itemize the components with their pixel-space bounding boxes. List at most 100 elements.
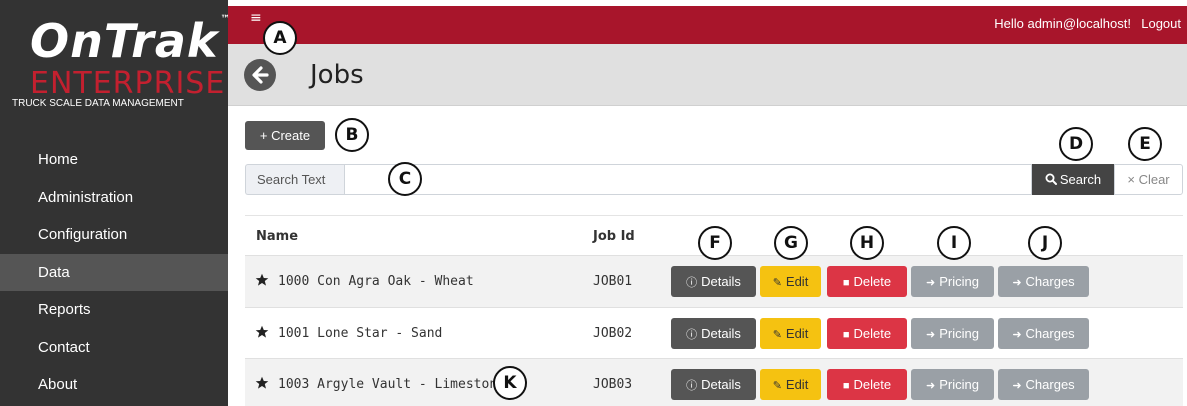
- details-label: Details: [701, 377, 741, 392]
- callout-k: K: [493, 366, 527, 400]
- details-label: Details: [701, 325, 741, 341]
- info-icon: ⓘ: [686, 380, 698, 392]
- arrow-right-circle-icon: ➜: [1012, 380, 1022, 392]
- search-icon: [1045, 173, 1057, 185]
- callout-h: H: [850, 226, 884, 260]
- pricing-button[interactable]: ➜ Pricing: [911, 369, 994, 400]
- sidebar: OnTrak ™ ENTERPRISE TRUCK SCALE DATA MANA…: [0, 0, 231, 406]
- edit-button[interactable]: ✎ Edit: [760, 317, 821, 349]
- clear-button[interactable]: × Clear: [1114, 164, 1183, 195]
- title-band: Jobs: [228, 44, 1187, 106]
- job-id: JOB01: [593, 274, 633, 289]
- job-name: 1003 Argyle Vault - Limestone: [278, 377, 505, 392]
- delete-button[interactable]: ■ Delete: [827, 369, 907, 400]
- table-row: 1001 Lone Star - Sand JOB02 ⓘ Details ✎ Ed…: [245, 306, 1183, 358]
- info-icon: ⓘ: [686, 277, 698, 289]
- hamburger-icon[interactable]: ≡: [250, 10, 262, 26]
- callout-b: B: [335, 118, 369, 152]
- delete-button[interactable]: ■ Delete: [827, 266, 907, 297]
- sidebar-item-configuration[interactable]: Configuration: [0, 216, 228, 254]
- user-greeting: Hello admin@localhost!: [994, 16, 1131, 31]
- arrow-right-circle-icon: ➜: [1012, 277, 1022, 289]
- sidebar-item-data[interactable]: Data: [0, 253, 228, 291]
- details-button[interactable]: ⓘ Details: [671, 317, 756, 349]
- arrow-right-circle-icon: ➜: [926, 277, 936, 289]
- sidebar-item-administration[interactable]: Administration: [0, 179, 228, 217]
- search-button-label: Search: [1059, 172, 1102, 187]
- charges-label: Charges: [1025, 377, 1075, 392]
- job-name: 1000 Con Agra Oak - Wheat: [278, 274, 474, 289]
- edit-button[interactable]: ✎ Edit: [760, 266, 821, 297]
- sidebar-item-home[interactable]: Home: [0, 141, 228, 179]
- star-icon[interactable]: [255, 376, 269, 390]
- charges-button[interactable]: ➜ Charges: [998, 369, 1089, 400]
- search-bar: Search Text Search × Clear: [245, 164, 1183, 195]
- details-button[interactable]: ⓘ Details: [671, 266, 756, 297]
- trash-icon: ■: [842, 380, 850, 392]
- delete-button[interactable]: ■ Delete: [827, 317, 907, 349]
- edit-button[interactable]: ✎ Edit: [760, 369, 821, 400]
- sidebar-nav: Home Administration Configuration Data R…: [0, 141, 228, 404]
- logout-link[interactable]: Logout: [1141, 16, 1181, 31]
- edit-icon: ✎: [772, 328, 782, 341]
- callout-d: D: [1059, 127, 1093, 161]
- callout-c: C: [388, 162, 422, 196]
- pricing-button[interactable]: ➜ Pricing: [911, 317, 994, 349]
- search-input[interactable]: [344, 164, 1032, 195]
- callout-j: J: [1028, 226, 1062, 260]
- arrow-right-circle-icon: ➜: [1012, 328, 1022, 341]
- sidebar-item-about[interactable]: About: [0, 366, 228, 404]
- job-id: JOB03: [593, 377, 633, 392]
- table-row: 1003 Argyle Vault - Limestone JOB03 ⓘ Det…: [245, 358, 1183, 406]
- x-icon: ×: [1127, 172, 1135, 187]
- top-bar: ≡ Hello admin@localhost! Logout: [228, 6, 1187, 44]
- charges-button[interactable]: ➜ Charges: [998, 317, 1089, 349]
- page-title: Jobs: [310, 60, 364, 90]
- delete-label: Delete: [853, 377, 892, 392]
- pricing-button[interactable]: ➜ Pricing: [911, 266, 994, 297]
- edit-label: Edit: [785, 274, 809, 289]
- charges-label: Charges: [1025, 274, 1075, 289]
- charges-label: Charges: [1025, 325, 1075, 341]
- search-text-label: Search Text: [245, 164, 344, 195]
- delete-label: Delete: [853, 274, 892, 289]
- sidebar-item-contact[interactable]: Contact: [0, 329, 228, 367]
- clear-button-label: Clear: [1138, 172, 1170, 187]
- pricing-label: Pricing: [939, 274, 979, 289]
- job-name: 1001 Lone Star - Sand: [278, 325, 443, 341]
- arrow-right-circle-icon: ➜: [926, 328, 936, 341]
- search-button[interactable]: Search: [1032, 164, 1114, 195]
- trash-icon: ■: [842, 328, 850, 341]
- callout-a: A: [263, 21, 297, 55]
- logo-sub: ENTERPRISE: [30, 66, 226, 101]
- table-row: 1000 Con Agra Oak - Wheat JOB01 ⓘ Details…: [245, 255, 1183, 307]
- edit-icon: ✎: [772, 380, 782, 392]
- logo-main: OnTrak ™: [30, 14, 232, 68]
- logo-tagline: TRUCK SCALE DATA MANAGEMENT: [12, 98, 184, 109]
- charges-button[interactable]: ➜ Charges: [998, 266, 1089, 297]
- pricing-label: Pricing: [939, 325, 979, 341]
- job-id: JOB02: [593, 325, 633, 341]
- create-button[interactable]: + Create: [245, 121, 325, 150]
- pricing-label: Pricing: [939, 377, 979, 392]
- arrow-right-circle-icon: ➜: [926, 380, 936, 392]
- details-button[interactable]: ⓘ Details: [671, 369, 756, 400]
- arrow-left-circle-icon[interactable]: [244, 59, 276, 91]
- column-header-name: Name: [256, 229, 299, 244]
- details-label: Details: [701, 274, 741, 289]
- edit-label: Edit: [785, 325, 809, 341]
- callout-f: F: [698, 226, 732, 260]
- ontrak-logo: OnTrak ™ ENTERPRISE: [16, 10, 231, 110]
- callout-g: G: [774, 226, 808, 260]
- edit-icon: ✎: [772, 277, 782, 289]
- sidebar-item-reports[interactable]: Reports: [0, 291, 228, 329]
- info-icon: ⓘ: [686, 328, 698, 341]
- callout-i: I: [937, 226, 971, 260]
- trash-icon: ■: [842, 277, 850, 289]
- star-icon[interactable]: [255, 325, 269, 339]
- column-header-job-id: Job Id: [593, 229, 635, 244]
- delete-label: Delete: [853, 325, 892, 341]
- edit-label: Edit: [785, 377, 809, 392]
- star-icon[interactable]: [255, 273, 269, 287]
- callout-e: E: [1128, 127, 1162, 161]
